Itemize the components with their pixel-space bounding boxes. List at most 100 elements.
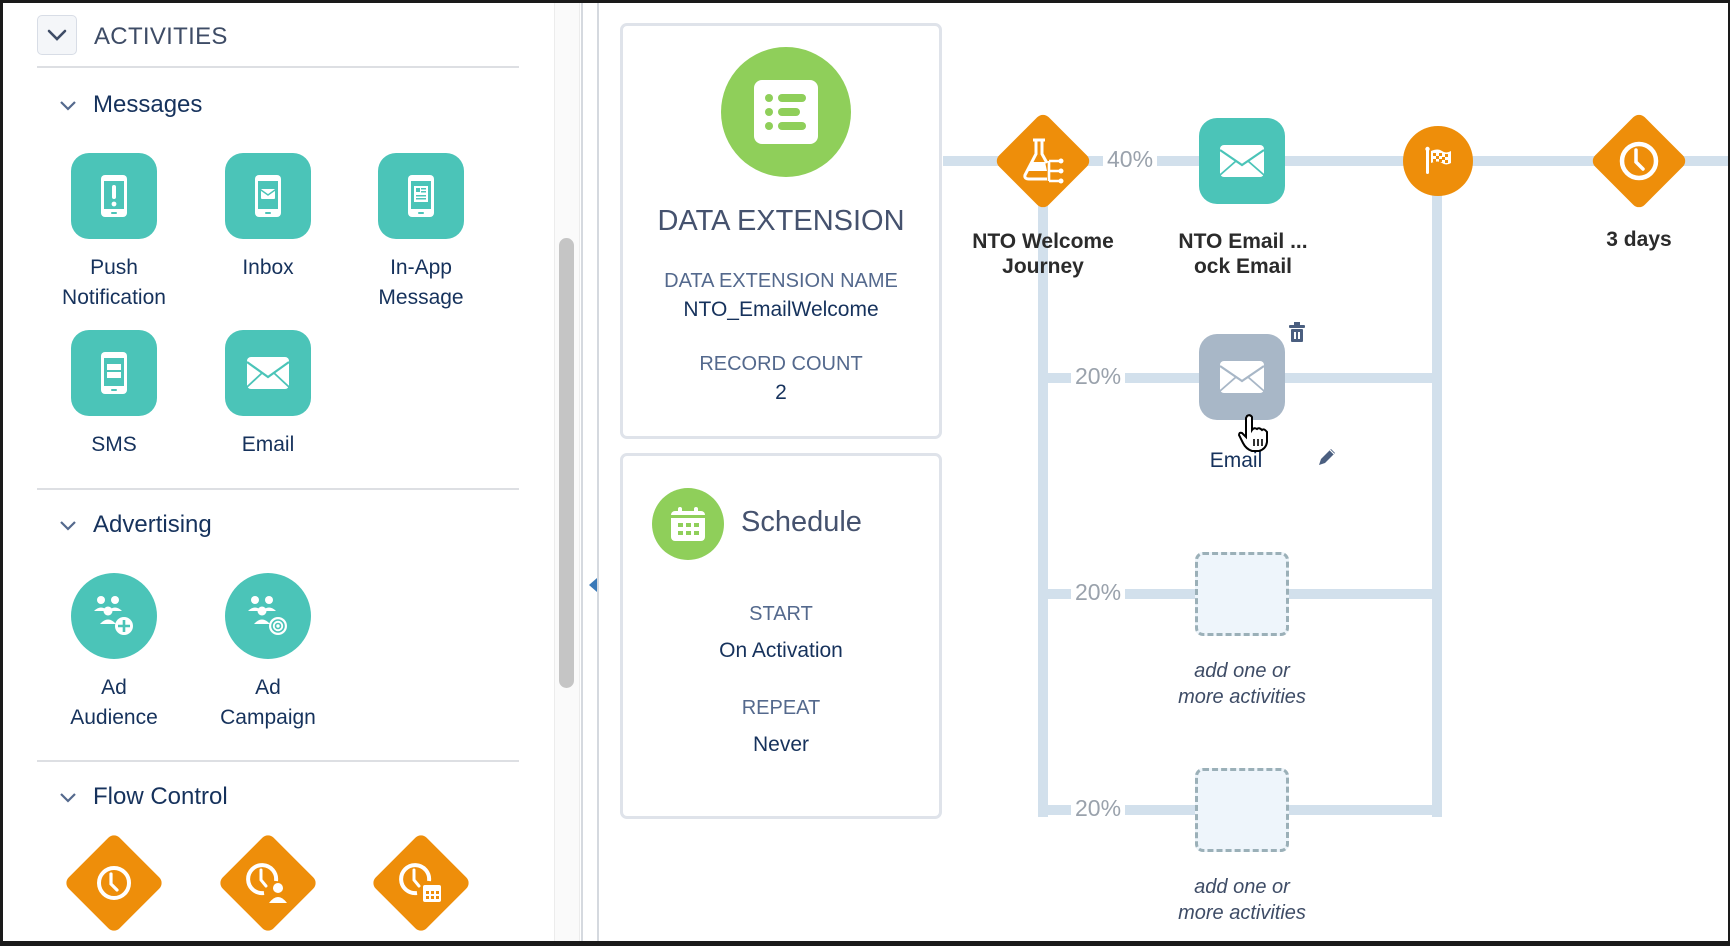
split-node-nto-welcome-journey[interactable] bbox=[993, 111, 1093, 211]
clock-icon bbox=[1619, 141, 1659, 181]
ad-campaign-icon bbox=[225, 573, 311, 659]
flask-split-icon bbox=[1023, 138, 1064, 184]
activity-label: SMS bbox=[91, 433, 137, 456]
data-extension-title: DATA EXTENSION bbox=[657, 205, 905, 237]
wait-node-label: 3 days bbox=[1606, 228, 1672, 251]
chevron-down-icon bbox=[60, 521, 76, 531]
chevron-down-icon bbox=[47, 29, 67, 41]
email-icon bbox=[1219, 145, 1265, 177]
add-activity-drop-zone[interactable] bbox=[1195, 552, 1289, 636]
add-activity-drop-zone[interactable] bbox=[1195, 768, 1289, 852]
activity-label: Inbox bbox=[242, 256, 294, 279]
branch-percent: 40% bbox=[1103, 146, 1158, 173]
email-activity-nto-email[interactable] bbox=[1199, 118, 1285, 204]
activity-wait-by-duration[interactable] bbox=[54, 833, 174, 933]
split-node-label-line2: Journey bbox=[1002, 255, 1084, 278]
entry-source-data-extension[interactable]: DATA EXTENSION DATA EXTENSION NAME NTO_E… bbox=[620, 23, 942, 439]
delete-activity-button[interactable] bbox=[1287, 321, 1307, 348]
section-title-flow-control: Flow Control bbox=[93, 783, 228, 810]
journey-builder: ACTIVITIES Messages Push Notification Inb… bbox=[3, 3, 1728, 941]
add-activity-hint: add one or more activities bbox=[1142, 874, 1342, 926]
activity-inbox[interactable]: Inbox bbox=[208, 153, 328, 283]
schedule-start-label: START bbox=[749, 603, 813, 625]
schedule-title: Schedule bbox=[741, 506, 862, 538]
section-toggle-messages[interactable]: Messages bbox=[57, 91, 202, 119]
schedule-repeat-label: REPEAT bbox=[741, 697, 821, 719]
activity-wait-until-date[interactable] bbox=[361, 833, 481, 933]
schedule-start-value: On Activation bbox=[719, 639, 843, 662]
ad-audience-icon bbox=[71, 573, 157, 659]
email-activity-label-line1: NTO Email ... bbox=[1178, 230, 1308, 253]
data-extension-icon bbox=[721, 47, 851, 177]
panel-splitter[interactable] bbox=[581, 3, 599, 941]
section-title-advertising: Advertising bbox=[93, 511, 212, 538]
divider bbox=[37, 760, 519, 762]
divider bbox=[37, 488, 519, 490]
record-count-value: 2 bbox=[775, 381, 787, 404]
pencil-icon bbox=[1319, 449, 1335, 465]
activities-collapse-button[interactable] bbox=[37, 15, 77, 55]
email-activity-label: Email bbox=[1209, 449, 1263, 472]
sms-icon bbox=[71, 330, 157, 416]
add-activity-hint-line1: add one or bbox=[1194, 660, 1290, 682]
split-node-label-line1: NTO Welcome bbox=[972, 230, 1114, 253]
email-icon bbox=[225, 330, 311, 416]
activity-label: Ad bbox=[101, 676, 127, 699]
activity-label: Notification bbox=[62, 286, 166, 309]
add-activity-hint-line1: add one or bbox=[1194, 876, 1290, 898]
activity-label: In-App bbox=[390, 256, 452, 279]
divider bbox=[37, 66, 519, 68]
push-notification-icon bbox=[71, 153, 157, 239]
section-title-messages: Messages bbox=[93, 91, 203, 118]
data-extension-name-label: DATA EXTENSION NAME bbox=[664, 270, 898, 292]
in-app-message-icon bbox=[378, 153, 464, 239]
activity-label: Message bbox=[378, 286, 464, 309]
activity-email[interactable]: Email bbox=[208, 330, 328, 460]
activity-wait-by-attribute[interactable] bbox=[208, 833, 328, 933]
palette-scrollbar-thumb[interactable] bbox=[559, 238, 574, 688]
branch-percent: 20% bbox=[1071, 579, 1126, 606]
record-count-label: RECORD COUNT bbox=[699, 353, 863, 375]
activity-ad-campaign[interactable]: Ad Campaign bbox=[208, 573, 328, 733]
clock-icon bbox=[64, 833, 164, 933]
data-extension-name-value: NTO_EmailWelcome bbox=[683, 298, 879, 321]
add-activity-hint: add one or more activities bbox=[1142, 658, 1342, 710]
chevron-down-icon bbox=[60, 793, 76, 803]
join-node[interactable] bbox=[1403, 126, 1473, 196]
branch-percent: 20% bbox=[1071, 363, 1126, 390]
wait-node-3-days[interactable] bbox=[1589, 111, 1689, 211]
inbox-icon bbox=[225, 153, 311, 239]
calendar-icon bbox=[652, 488, 724, 560]
checkered-flag-icon bbox=[1425, 146, 1451, 174]
activity-label: Campaign bbox=[220, 706, 316, 729]
activity-in-app-message[interactable]: In-App Message bbox=[361, 153, 481, 313]
add-activity-hint-line2: more activities bbox=[1178, 686, 1306, 708]
activities-title: ACTIVITIES bbox=[94, 23, 228, 50]
activity-label: Audience bbox=[70, 706, 158, 729]
edit-activity-button[interactable] bbox=[1316, 446, 1338, 473]
join-branch-line bbox=[1432, 161, 1442, 817]
activity-label: Ad bbox=[255, 676, 281, 699]
entry-schedule[interactable]: Schedule START On Activation REPEAT Neve… bbox=[620, 453, 942, 819]
activity-push-notification[interactable]: Push Notification bbox=[54, 153, 174, 313]
activities-palette: ACTIVITIES Messages Push Notification Inb… bbox=[3, 3, 551, 941]
split-node-label: NTO Welcome Journey bbox=[953, 229, 1133, 279]
section-toggle-advertising[interactable]: Advertising bbox=[57, 511, 212, 539]
clock-calendar-icon bbox=[371, 833, 471, 933]
activity-ad-audience[interactable]: Ad Audience bbox=[54, 573, 174, 733]
chevron-down-icon bbox=[60, 101, 76, 111]
email-activity-unconfigured[interactable] bbox=[1199, 334, 1285, 420]
clock-person-icon bbox=[218, 833, 318, 933]
add-activity-hint-line2: more activities bbox=[1178, 902, 1306, 924]
branch-percent: 20% bbox=[1071, 795, 1126, 822]
section-toggle-flow-control[interactable]: Flow Control bbox=[57, 783, 228, 811]
email-icon bbox=[1219, 361, 1265, 393]
schedule-repeat-value: Never bbox=[752, 733, 810, 756]
trash-icon bbox=[1289, 322, 1305, 342]
activity-label: Push bbox=[90, 256, 138, 279]
activity-label: Email bbox=[241, 433, 295, 456]
activity-sms[interactable]: SMS bbox=[54, 330, 174, 460]
email-activity-label-line2: ock Email bbox=[1193, 255, 1293, 278]
email-activity-label: NTO Email ... ock Email bbox=[1143, 229, 1343, 279]
collapse-panel-arrow-icon[interactable] bbox=[589, 578, 597, 592]
